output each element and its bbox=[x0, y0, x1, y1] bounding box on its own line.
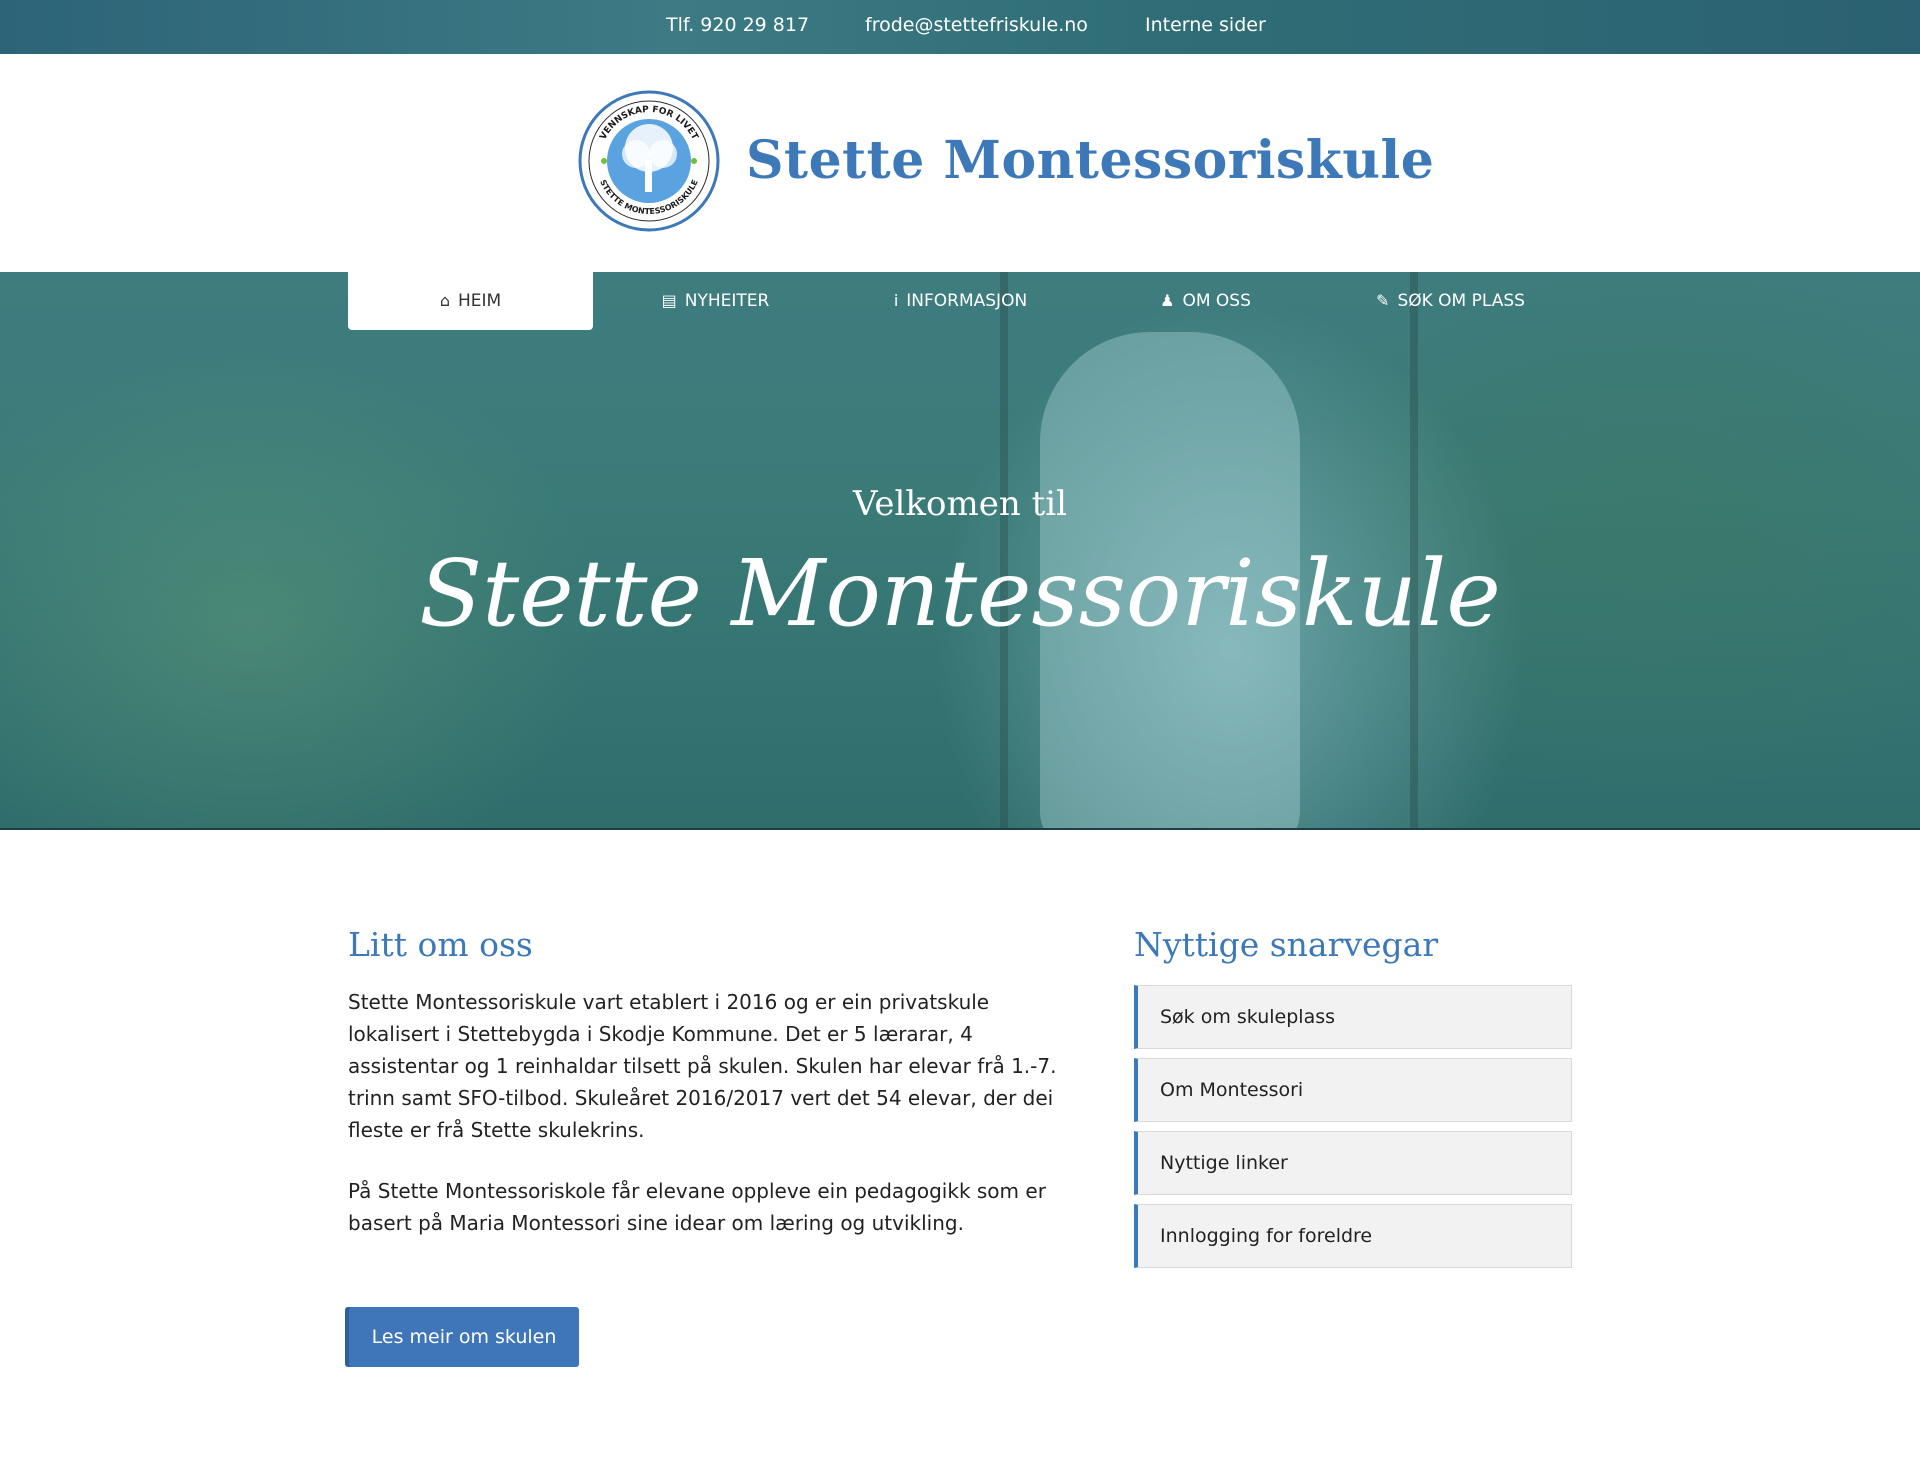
nav-label: INFORMASJON bbox=[906, 291, 1028, 311]
main-nav: ⌂ HEIM ▤ NYHEITER i INFORMASJON ♟ OM OSS ✎ SØ… bbox=[348, 272, 1573, 330]
nav-item-nyheiter[interactable]: ▤ NYHEITER bbox=[593, 272, 838, 330]
about-paragraph-1: Stette Montessoriskule vart etablert i 2… bbox=[348, 990, 1057, 1142]
hero-divider bbox=[0, 828, 1920, 830]
nav-label: OM OSS bbox=[1182, 291, 1251, 311]
newspaper-icon: ▤ bbox=[661, 291, 677, 310]
user-icon: ♟ bbox=[1160, 291, 1175, 310]
nav-item-informasjon[interactable]: i INFORMASJON bbox=[838, 272, 1083, 330]
shortcut-parent-login[interactable]: Innlogging for foreldre bbox=[1134, 1204, 1572, 1268]
shortcut-apply-school[interactable]: Søk om skuleplass bbox=[1134, 985, 1572, 1049]
about-heading: Litt om oss bbox=[348, 925, 533, 964]
info-icon: i bbox=[893, 291, 899, 310]
nav-label: NYHEITER bbox=[684, 291, 770, 311]
site-header: VENNSKAP FOR LIVET STETTE MONTESSORISKUL… bbox=[0, 54, 1920, 272]
school-logo[interactable]: VENNSKAP FOR LIVET STETTE MONTESSORISKUL… bbox=[578, 90, 720, 232]
nav-item-sok-om-plass[interactable]: ✎ SØK OM PLASS bbox=[1328, 272, 1573, 330]
hero-title: Stette Montessoriskule bbox=[419, 540, 1501, 647]
nav-label: SØK OM PLASS bbox=[1397, 291, 1525, 311]
read-more-button[interactable]: Les meir om skulen bbox=[349, 1307, 579, 1367]
shortcut-about-montessori[interactable]: Om Montessori bbox=[1134, 1058, 1572, 1122]
shortcut-useful-links[interactable]: Nyttige linker bbox=[1134, 1131, 1572, 1195]
nav-item-om-oss[interactable]: ♟ OM OSS bbox=[1083, 272, 1328, 330]
site-title[interactable]: Stette Montessoriskule bbox=[746, 130, 1434, 191]
hero-subtitle: Velkomen til bbox=[853, 484, 1067, 524]
nav-item-heim[interactable]: ⌂ HEIM bbox=[348, 272, 593, 330]
phone-link[interactable]: Tlf. 920 29 817 bbox=[666, 14, 809, 36]
top-contact-bar: Tlf. 920 29 817 frode@stettefriskule.no … bbox=[0, 0, 1920, 54]
edit-icon: ✎ bbox=[1376, 291, 1390, 310]
shortcuts-list: Søk om skuleplass Om Montessori Nyttige … bbox=[1134, 985, 1572, 1277]
internal-pages-link[interactable]: Interne sider bbox=[1145, 14, 1266, 36]
nav-label: HEIM bbox=[457, 291, 502, 311]
hero-banner: Velkomen til Stette Montessoriskule bbox=[0, 272, 1920, 830]
about-paragraph-2: På Stette Montessoriskole får elevane op… bbox=[348, 1179, 1046, 1235]
email-link[interactable]: frode@stettefriskule.no bbox=[865, 14, 1088, 36]
home-icon: ⌂ bbox=[439, 291, 450, 310]
shortcuts-heading: Nyttige snarvegar bbox=[1134, 925, 1439, 964]
